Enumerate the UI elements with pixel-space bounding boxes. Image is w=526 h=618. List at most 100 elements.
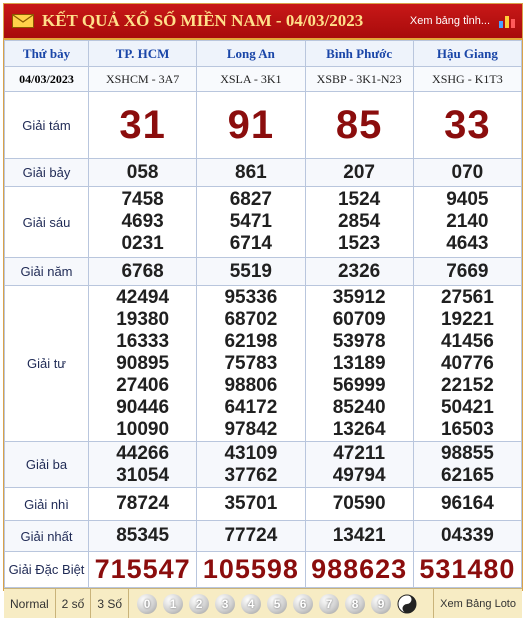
prize-cell: 6827 5471 6714	[196, 186, 306, 258]
province-binh-phuoc[interactable]: Bình Phước	[304, 40, 414, 67]
prize-number: 04339	[440, 525, 494, 546]
prize-cell: 7669	[412, 257, 523, 286]
prize-cell: 85	[304, 91, 414, 159]
prize-number: 070	[451, 161, 484, 183]
prize-number: 5519	[229, 260, 273, 282]
prize-1-row: Giải nhất 85345 77724 13421 04339	[4, 520, 523, 552]
results-header: KẾT QUẢ XỔ SỐ MIỀN NAM - 04/03/2023 Xem …	[4, 4, 522, 40]
view-loto-table-link[interactable]: Xem Bảng Loto	[433, 589, 522, 618]
ticket-code: XSLA - 3K1	[196, 66, 306, 92]
prize-cell: 85345	[87, 520, 198, 552]
prize-number: 98855	[440, 442, 494, 464]
prize-cell: 27561 19221 41456 40776 22152 50421 16503	[412, 285, 523, 442]
province-tp-hcm[interactable]: TP. HCM	[87, 40, 198, 67]
prize-number: 90446	[116, 396, 170, 418]
digit-6-button[interactable]: 6	[293, 593, 314, 614]
digit-7-button[interactable]: 7	[319, 593, 340, 614]
prize-number: 33	[444, 102, 491, 147]
prize-number: 40776	[440, 352, 494, 374]
prize-number: 058	[126, 161, 159, 183]
prize-3-row: Giải ba 44266 31054 43109 37762 47211 49794 988…	[4, 441, 523, 488]
digit-3-button[interactable]: 3	[215, 593, 236, 614]
prize-number: 6714	[229, 233, 273, 254]
ticket-code: XSHG - K1T3	[412, 66, 523, 92]
prize-number: 85240	[332, 396, 386, 418]
prize-label: Giải nhất	[4, 520, 89, 552]
prize-number: 77724	[224, 525, 278, 546]
digit-1-button[interactable]: 1	[163, 593, 184, 614]
digit-8-button[interactable]: 8	[345, 593, 366, 614]
prize-number: 2140	[446, 211, 489, 232]
mode-2-digit-button[interactable]: 2 số	[56, 589, 92, 618]
mode-normal-button[interactable]: Normal	[4, 589, 56, 618]
digit-0-button[interactable]: 0	[137, 593, 158, 614]
prize-cell: 058	[87, 158, 198, 187]
lottery-results-panel: KẾT QUẢ XỔ SỐ MIỀN NAM - 04/03/2023 Xem …	[3, 3, 523, 618]
prize-cell: 91	[196, 91, 306, 159]
prize-number: 43109	[224, 442, 278, 464]
prize-label: Giải tám	[4, 91, 89, 159]
prize-number: 47211	[333, 442, 386, 464]
prize-number: 62198	[224, 330, 278, 352]
prize-number: 22152	[440, 374, 494, 396]
digit-2-button[interactable]: 2	[189, 593, 210, 614]
prize-cell: 70590	[304, 487, 414, 521]
prize-number: 85345	[116, 525, 170, 546]
prize-number: 1523	[337, 233, 381, 254]
prize-number: 0231	[121, 233, 164, 254]
prize-number: 6827	[229, 189, 273, 210]
prize-cell: 95336 68702 62198 75783 98806 64172 97842	[196, 285, 306, 442]
prize-label: Giải tư	[4, 285, 89, 442]
prize-number: 62165	[440, 464, 494, 486]
special-prize-number: 531480	[419, 554, 516, 584]
prize-cell: 1524 2854 1523	[304, 186, 414, 258]
mode-3-digit-button[interactable]: 3 Số	[91, 589, 130, 618]
prize-cell: 6768	[87, 257, 198, 286]
prize-number: 31054	[116, 464, 170, 486]
prize-cell: 9405 2140 4643	[412, 186, 523, 258]
prize-number: 16333	[116, 330, 170, 352]
prize-number: 6768	[121, 260, 164, 282]
prize-number: 13189	[332, 352, 386, 374]
digit-4-button[interactable]: 4	[241, 593, 262, 614]
province-hau-giang[interactable]: Hậu Giang	[412, 40, 523, 67]
province-long-an[interactable]: Long An	[196, 40, 306, 67]
prize-number: 49794	[332, 464, 386, 486]
prize-cell: 715547	[87, 551, 198, 588]
prize-cell: 44266 31054	[87, 441, 198, 488]
prize-label: Giải ba	[4, 441, 89, 488]
prize-cell: 861	[196, 158, 306, 187]
prize-5-row: Giải năm 6768 5519 2326 7669	[4, 257, 523, 286]
prize-number: 19221	[440, 308, 494, 330]
digit-5-button[interactable]: 5	[267, 593, 288, 614]
digit-9-button[interactable]: 9	[371, 593, 392, 614]
prize-number: 2326	[337, 260, 381, 282]
prize-number: 19380	[116, 308, 170, 330]
prize-cell: 31	[87, 91, 198, 159]
prize-cell: 43109 37762	[196, 441, 306, 488]
prize-number: 98806	[224, 374, 278, 396]
prize-number: 50421	[440, 396, 494, 418]
prize-cell: 105598	[196, 551, 306, 588]
prize-cell: 531480	[412, 551, 523, 588]
yin-yang-icon[interactable]	[397, 594, 417, 614]
province-row: Thứ bảy TP. HCM Long An Bình Phước Hậu G…	[4, 40, 523, 67]
prize-number: 95336	[224, 286, 278, 308]
prize-7-row: Giải bảy 058 861 207 070	[4, 158, 523, 187]
prize-number: 44266	[116, 442, 170, 464]
prize-cell: 13421	[304, 520, 414, 552]
prize-number: 96164	[440, 493, 494, 514]
prize-number: 78724	[116, 493, 170, 514]
bar-chart-icon[interactable]	[498, 13, 516, 29]
prize-number: 9405	[446, 189, 489, 210]
draw-date: 04/03/2023	[4, 66, 89, 92]
prize-number: 7669	[446, 260, 489, 282]
view-province-table-link[interactable]: Xem bảng tỉnh...	[410, 15, 490, 27]
special-prize-number: 105598	[202, 554, 299, 584]
envelope-icon	[12, 14, 34, 28]
prize-cell: 070	[412, 158, 523, 187]
prize-8-row: Giải tám 31 91 85 33	[4, 91, 523, 159]
prize-number: 16503	[440, 418, 494, 440]
prize-number: 70590	[332, 493, 386, 514]
prize-number: 75783	[224, 352, 278, 374]
